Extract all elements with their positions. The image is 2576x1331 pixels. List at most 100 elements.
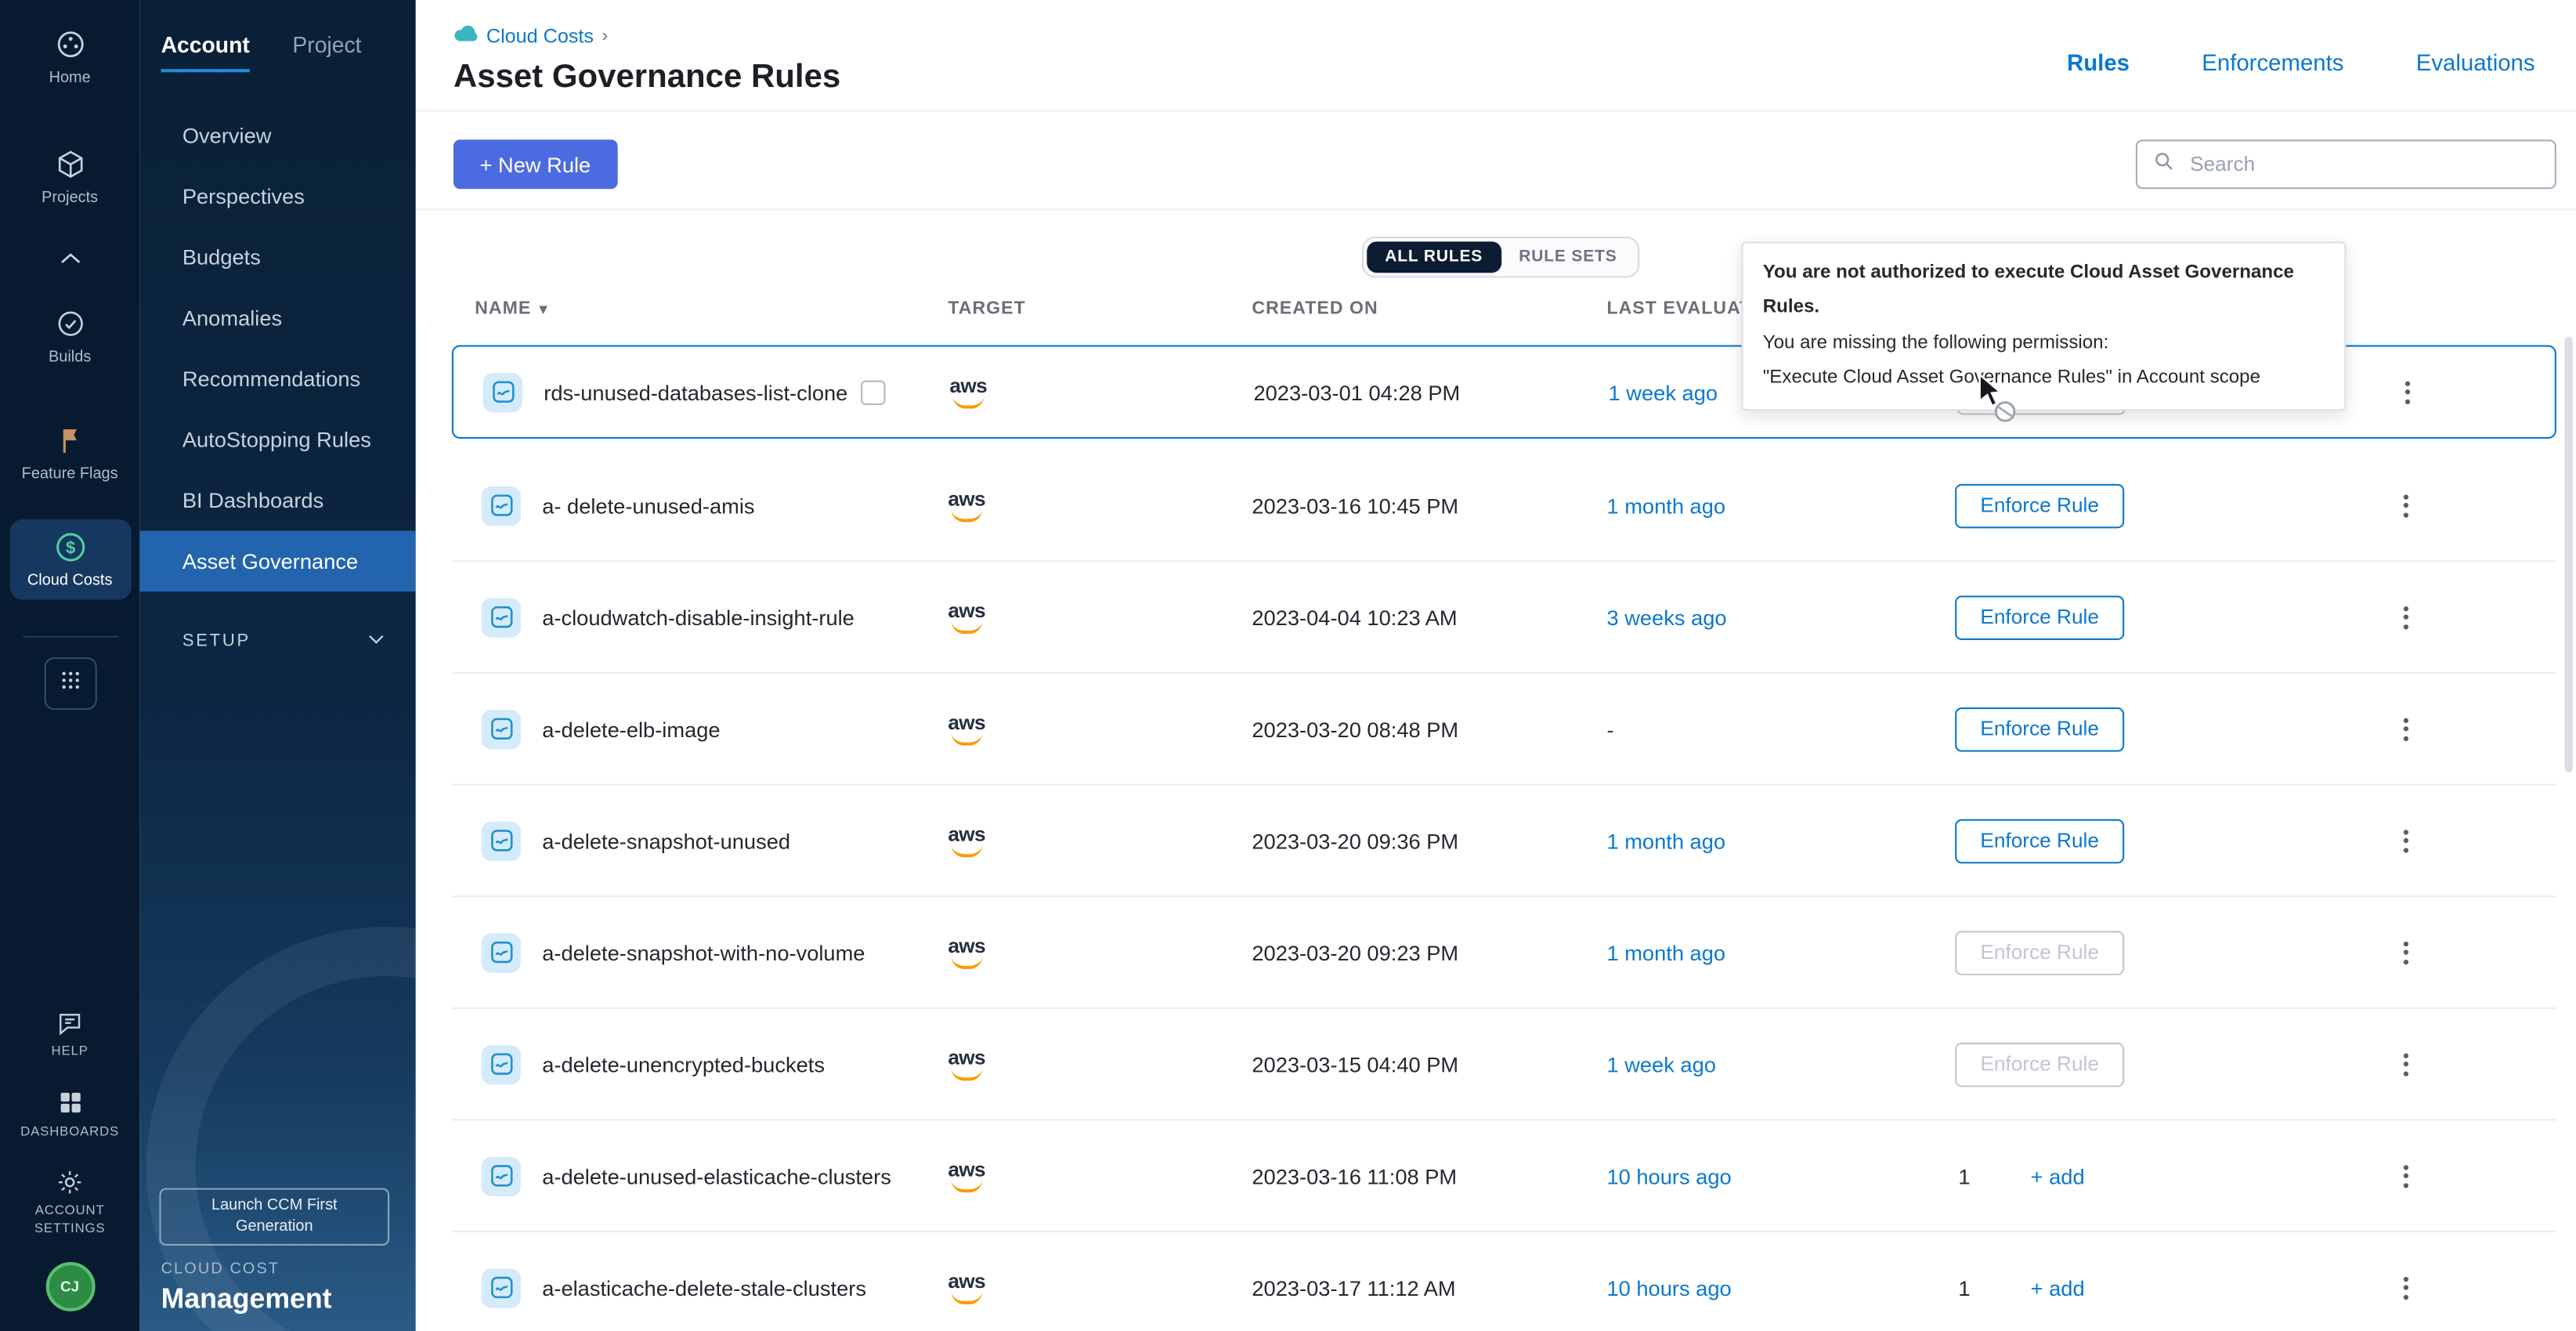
created-on-value: 2023-04-04 10:23 AM: [1252, 605, 1457, 629]
rail-item-feature-flags[interactable]: Feature Flags: [9, 412, 131, 493]
table-row[interactable]: a- delete-unused-amisaws2023-03-16 10:45…: [452, 450, 2556, 562]
sidebar-item-perspectives[interactable]: Perspectives: [139, 166, 415, 227]
enforce-rule-button[interactable]: Enforce Rule: [1955, 707, 2124, 751]
new-rule-button[interactable]: + New Rule: [453, 139, 617, 189]
aws-smile-icon: [951, 956, 982, 969]
row-menu-kebab[interactable]: [2395, 932, 2416, 971]
vertical-scrollbar[interactable]: [2564, 337, 2572, 772]
tab-project[interactable]: Project: [292, 33, 361, 72]
aws-smile-icon: [951, 845, 982, 858]
rule-checkbox[interactable]: [861, 380, 885, 404]
rule-name[interactable]: a-delete-unused-elasticache-clusters: [542, 1163, 891, 1188]
tab-rules[interactable]: Rules: [2067, 49, 2130, 76]
enforce-rule-button[interactable]: Enforce Rule: [1955, 483, 2124, 528]
header-divider: [416, 110, 2576, 112]
table-row[interactable]: a-delete-unused-elasticache-clustersaws2…: [452, 1121, 2556, 1233]
tooltip-line: You are not authorized to execute Cloud …: [1763, 256, 2325, 326]
module-picker-button[interactable]: [44, 657, 96, 710]
rail-item-label: Home: [49, 69, 91, 87]
rail-item-home[interactable]: Home: [9, 16, 131, 97]
sidebar-item-autostopping-rules[interactable]: AutoStopping Rules: [139, 409, 415, 470]
rail-item-builds[interactable]: Builds: [9, 296, 131, 377]
row-menu-kebab[interactable]: [2395, 1044, 2416, 1083]
toggle-rule-sets[interactable]: RULE SETS: [1501, 241, 1635, 273]
rule-icon: [483, 372, 522, 411]
rule-name[interactable]: a-delete-elb-image: [542, 717, 720, 741]
sidebar-item-budgets[interactable]: Budgets: [139, 226, 415, 288]
sort-descending-icon[interactable]: ▾: [540, 301, 548, 317]
last-evaluation-value[interactable]: 10 hours ago: [1606, 1163, 1731, 1188]
table-row[interactable]: a-delete-unencrypted-buckets aws 2023-03-1…: [452, 1009, 2556, 1121]
column-header-name[interactable]: NAME▾: [475, 299, 547, 319]
main-content: Cloud Costs › Asset Governance Rules Rul…: [416, 0, 2576, 1331]
aws-smile-icon: [951, 620, 982, 634]
rail-item-dashboards[interactable]: DASHBOARDS: [5, 1086, 134, 1141]
launch-ccm-first-gen-button[interactable]: Launch CCM First Generation: [159, 1188, 389, 1246]
last-evaluation-value[interactable]: 1 week ago: [1606, 1051, 1715, 1076]
sidebar-item-bi-dashboards[interactable]: BI Dashboards: [139, 470, 415, 531]
row-menu-kebab[interactable]: [2395, 597, 2416, 636]
table-row[interactable]: a-cloudwatch-disable-insight-ruleaws2023…: [452, 562, 2556, 674]
rail-item-account-settings[interactable]: ACCOUNT SETTINGS: [5, 1166, 134, 1238]
row-menu-kebab[interactable]: [2395, 486, 2416, 525]
table-row[interactable]: a-delete-snapshot-with-no-volumeaws2023-…: [452, 897, 2556, 1009]
rail-item-help[interactable]: HELP: [5, 1007, 134, 1062]
rail-item-cloud-costs[interactable]: $ Cloud Costs: [9, 519, 131, 600]
rule-name[interactable]: a-cloudwatch-disable-insight-rule: [542, 605, 854, 629]
last-evaluation-value[interactable]: 10 hours ago: [1606, 1275, 1731, 1300]
tab-enforcements[interactable]: Enforcements: [2202, 49, 2343, 76]
enforce-rule-button[interactable]: Enforce Rule: [1955, 819, 2124, 863]
rule-name[interactable]: a-delete-snapshot-with-no-volume: [542, 940, 865, 964]
last-evaluation-value[interactable]: -: [1606, 717, 1613, 741]
user-avatar[interactable]: CJ: [45, 1262, 95, 1311]
row-menu-kebab[interactable]: [2397, 372, 2418, 411]
add-enforcement-link[interactable]: + add: [2031, 1163, 2085, 1188]
last-evaluation-value[interactable]: 1 month ago: [1606, 493, 1725, 517]
toolbar-divider: [416, 208, 2576, 210]
chat-bubble-icon: [53, 1007, 86, 1040]
table-row[interactable]: a-delete-elb-imageaws2023-03-20 08:48 PM…: [452, 674, 2556, 786]
table-row[interactable]: a-delete-snapshot-unusedaws2023-03-20 09…: [452, 786, 2556, 898]
last-evaluation-value[interactable]: 3 weeks ago: [1606, 605, 1726, 629]
rail-item-projects[interactable]: Projects: [9, 136, 131, 217]
enforce-rule-button[interactable]: Enforce Rule: [1955, 1042, 2124, 1087]
sidebar-item-recommendations[interactable]: Recommendations: [139, 349, 415, 410]
rule-name[interactable]: a- delete-unused-amis: [542, 493, 754, 517]
aws-logo: aws: [948, 1047, 985, 1081]
toggle-all-rules[interactable]: ALL RULES: [1367, 241, 1501, 273]
sidebar-item-asset-governance[interactable]: Asset Governance: [139, 531, 415, 592]
rule-name[interactable]: a-delete-unencrypted-buckets: [542, 1051, 825, 1076]
enforce-rule-button[interactable]: Enforce Rule: [1955, 930, 2124, 975]
row-menu-kebab[interactable]: [2395, 1156, 2416, 1195]
page-title: Asset Governance Rules: [453, 60, 840, 97]
rail-item-label: ACCOUNT SETTINGS: [5, 1203, 134, 1238]
breadcrumb-cloud-costs-link[interactable]: Cloud Costs: [486, 24, 594, 47]
rule-name[interactable]: a-delete-snapshot-unused: [542, 828, 790, 852]
rule-name[interactable]: rds-unused-databases-list-clone: [544, 380, 847, 404]
rail-collapse-toggle[interactable]: [9, 237, 131, 280]
breadcrumb: Cloud Costs ›: [453, 24, 608, 47]
aws-logo: aws: [948, 712, 985, 746]
grid-icon: [58, 668, 81, 700]
tab-evaluations[interactable]: Evaluations: [2416, 49, 2535, 76]
row-menu-kebab[interactable]: [2395, 1268, 2416, 1307]
row-menu-kebab[interactable]: [2395, 821, 2416, 860]
table-row[interactable]: a-elasticache-delete-stale-clustersaws20…: [452, 1232, 2556, 1331]
last-evaluation-value[interactable]: 1 month ago: [1606, 940, 1725, 964]
rule-icon: [482, 1156, 521, 1195]
last-evaluation-value[interactable]: 1 month ago: [1606, 828, 1725, 852]
search-box: [2136, 139, 2556, 189]
setup-section-toggle[interactable]: SETUP: [139, 631, 415, 650]
add-enforcement-link[interactable]: + add: [2031, 1275, 2085, 1300]
tab-account[interactable]: Account: [161, 33, 250, 72]
rule-icon: [482, 932, 521, 971]
rules-view-toggle: ALL RULES RULE SETS: [1362, 237, 1640, 277]
row-menu-kebab[interactable]: [2395, 709, 2416, 748]
last-evaluation-value[interactable]: 1 week ago: [1609, 380, 1718, 404]
sidebar-item-overview[interactable]: Overview: [139, 105, 415, 166]
sidebar-item-anomalies[interactable]: Anomalies: [139, 288, 415, 349]
enforce-rule-button[interactable]: Enforce Rule: [1955, 595, 2124, 639]
created-on-value: 2023-03-15 04:40 PM: [1252, 1051, 1458, 1076]
rule-name[interactable]: a-elasticache-delete-stale-clusters: [542, 1275, 866, 1300]
search-input[interactable]: [2187, 151, 2540, 178]
